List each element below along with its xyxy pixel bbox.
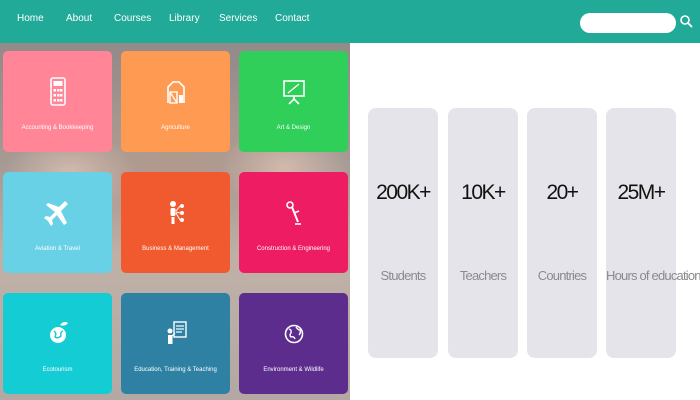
category-label: Business & Management [142,246,209,252]
category-label: Ecotourism [42,367,73,373]
category-tile-accounting[interactable]: Accounting & Bookkeeping [3,51,112,152]
category-label: Agriculture [161,125,190,131]
nav-link-home[interactable]: Home [17,11,44,27]
category-label: Accounting & Bookkeeping [21,125,94,131]
category-tile-education[interactable]: Education, Training & Teaching [121,293,230,394]
hero-background: Accounting & Bookkeeping Agriculture Art… [0,43,350,400]
stat-value: 200K+ [376,181,431,204]
earth-icon [239,317,348,351]
search-input[interactable] [580,13,676,33]
stat-value: 20+ [546,181,579,204]
stat-value: 10K+ [461,181,506,204]
calculator-icon [3,75,112,109]
category-label: Art & Design [276,125,311,131]
barn-icon [121,75,230,109]
nav-link-services[interactable]: Services [219,11,257,27]
category-tile-construction[interactable]: Construction & Engineering [239,172,348,273]
globe-leaf-icon [3,317,112,351]
org-chart-icon [121,196,230,230]
nav-link-contact[interactable]: Contact [275,11,309,27]
stat-card-teachers: 10K+ Teachers [448,108,518,358]
nav-link-courses[interactable]: Courses [114,11,151,27]
category-label: Environment & Wildlife [263,367,324,373]
stat-label: Teachers [459,268,507,283]
category-tile-agriculture[interactable]: Agriculture [121,51,230,152]
nav-link-about[interactable]: About [66,11,92,27]
stat-label: Students [380,268,427,283]
category-label: Aviation & Travel [35,246,80,252]
search-icon[interactable] [677,11,695,31]
stat-label: Hours of education [606,268,700,283]
category-label: Education, Training & Teaching [134,367,217,373]
category-tile-ecotourism[interactable]: Ecotourism [3,293,112,394]
top-navbar: Home About Courses Library Services Cont… [0,0,700,43]
category-label: Construction & Engineering [256,246,331,252]
category-tile-aviation[interactable]: Aviation & Travel [3,172,112,273]
stat-card-countries: 20+ Countries [527,108,597,358]
category-tile-environment[interactable]: Environment & Wildlife [239,293,348,394]
stat-card-hours: 25M+ Hours of education [606,108,700,358]
category-tile-business[interactable]: Business & Management [121,172,230,273]
teaching-board-icon [121,317,230,351]
easel-icon [239,75,348,109]
category-tile-art-design[interactable]: Art & Design [239,51,348,152]
stat-value: 25M+ [617,181,666,204]
airplane-icon [3,196,112,230]
stat-card-students: 200K+ Students [368,108,438,358]
stat-label: Countries [537,268,587,283]
nav-link-library[interactable]: Library [169,11,200,27]
crane-icon [239,196,348,230]
